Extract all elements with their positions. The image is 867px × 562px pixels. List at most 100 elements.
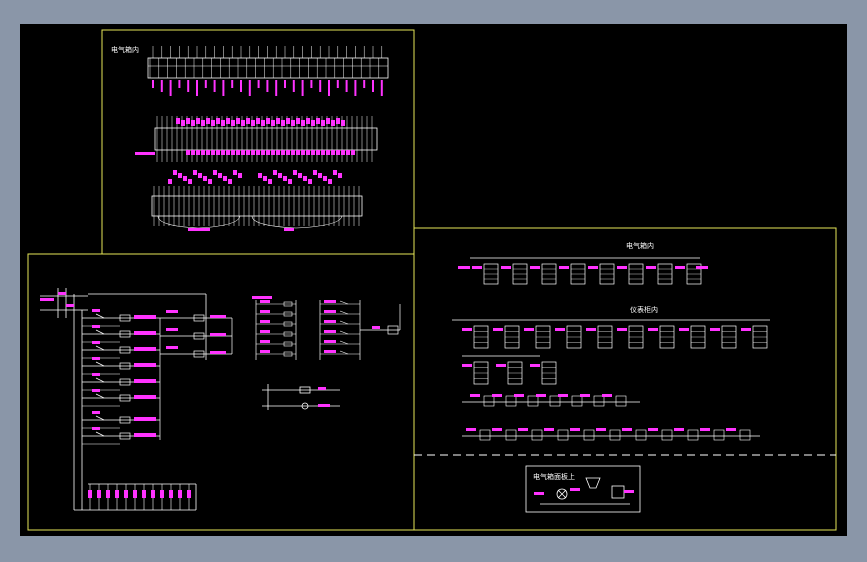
rung-tag	[92, 427, 100, 430]
wire-tag	[271, 150, 275, 155]
tap-tag	[160, 490, 164, 498]
wire-tag	[306, 118, 310, 124]
rung-tag	[134, 315, 156, 319]
lead-tag	[284, 80, 286, 88]
lead-tag	[160, 80, 163, 92]
lead-tag	[204, 80, 207, 88]
module-tag	[458, 266, 470, 269]
module-tag	[501, 266, 511, 269]
box-title: 电气箱内	[626, 241, 654, 250]
device-tag	[674, 428, 684, 431]
tap-tag	[124, 490, 128, 498]
device-tag	[596, 428, 606, 431]
lid-title: 电气箱面板上	[533, 472, 575, 481]
wire-tag	[293, 170, 297, 175]
rung-tag	[92, 341, 100, 344]
device-tag	[536, 394, 546, 397]
lead-tag	[363, 80, 366, 88]
tap-tag	[106, 490, 110, 498]
device-tag	[558, 394, 568, 397]
module-tag	[530, 364, 540, 367]
wire-tag	[231, 120, 235, 126]
cabinet-title: 仪表柜内	[630, 305, 658, 314]
lead-tag	[257, 80, 260, 88]
tap-tag	[142, 490, 146, 498]
wire-tag	[201, 120, 205, 126]
device-tag	[466, 428, 476, 431]
tap-tag	[97, 490, 101, 498]
rung-tag	[92, 389, 100, 392]
wire-tag	[216, 150, 220, 155]
wire-tag	[296, 118, 300, 124]
wire-tag	[328, 179, 332, 184]
model-space	[20, 24, 847, 536]
device-tag	[570, 428, 580, 431]
wire-tag	[323, 176, 327, 181]
module-tag	[530, 266, 540, 269]
lead-tag	[231, 80, 234, 88]
lead-tag	[301, 80, 304, 96]
relay-tag	[210, 315, 226, 318]
tap-tag	[88, 490, 92, 498]
wire-tag	[281, 150, 285, 155]
wire-tag	[271, 120, 275, 126]
device-tag	[514, 394, 524, 397]
rung-tag	[134, 379, 156, 383]
wire-tag	[191, 120, 195, 126]
module-tag	[710, 328, 720, 331]
wire-tag	[238, 173, 242, 178]
module-tag	[472, 266, 482, 269]
lead-tag	[152, 80, 154, 88]
lead-tag	[275, 80, 278, 96]
module-tag	[617, 328, 627, 331]
wire-tag	[321, 150, 325, 155]
relay-tag	[166, 310, 178, 313]
tag	[66, 304, 74, 307]
relay-tag	[260, 340, 270, 343]
wire-tag	[186, 118, 190, 124]
wire-tag	[311, 120, 315, 126]
tag	[58, 292, 66, 295]
wire-tag	[251, 120, 255, 126]
relay-tag	[324, 320, 336, 323]
relay-tag	[324, 350, 336, 353]
wire-tag	[211, 120, 215, 126]
wire-tag	[273, 170, 277, 175]
relay-tag	[210, 333, 226, 336]
wire-tag	[168, 179, 172, 184]
device-tag	[580, 394, 590, 397]
wire-tag	[336, 118, 340, 124]
cad-drawing-viewport[interactable]: 电气箱内 电气箱内 仪表柜内 电气箱面板上	[0, 0, 867, 562]
wire-tag	[336, 150, 340, 155]
module-tag	[617, 266, 627, 269]
wire-tag	[203, 176, 207, 181]
wire-tag	[263, 176, 267, 181]
wire-tag	[256, 118, 260, 124]
lead-tag	[240, 80, 242, 92]
wire-tag	[301, 150, 305, 155]
module-tag	[586, 328, 596, 331]
wire-tag	[286, 118, 290, 124]
device-tag	[492, 394, 502, 397]
lead-tag	[213, 80, 216, 92]
lead-tag	[319, 80, 322, 92]
wire-tag	[308, 179, 312, 184]
wire-tag	[326, 118, 330, 124]
wire-tag	[266, 118, 270, 124]
wire-tag	[196, 150, 200, 155]
module-tag	[648, 328, 658, 331]
relay-tag	[166, 328, 178, 331]
relay-tag	[324, 330, 336, 333]
relay-tag	[372, 326, 380, 329]
tap-tag	[187, 490, 191, 498]
top-left-title: 电气箱内	[111, 45, 139, 54]
wire-tag	[196, 118, 200, 124]
lead-tag	[345, 80, 348, 92]
wire-tag	[311, 150, 315, 155]
wire-tag	[261, 150, 265, 155]
relay-tag	[324, 310, 336, 313]
wire-tag	[218, 173, 222, 178]
wire-tag	[268, 179, 272, 184]
lead-tag	[178, 80, 181, 88]
tag	[252, 296, 272, 299]
